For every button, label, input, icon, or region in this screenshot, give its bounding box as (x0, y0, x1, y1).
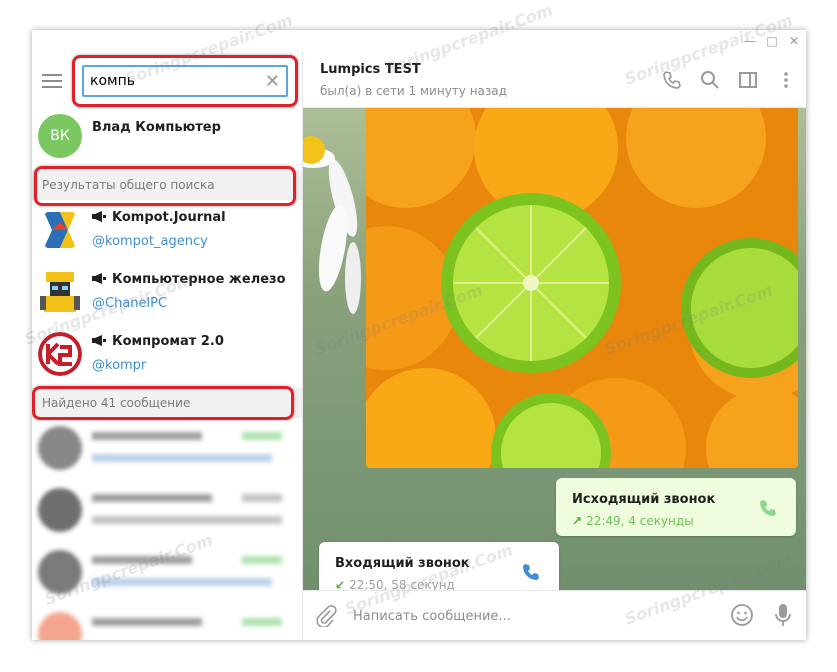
chat-panel: Lumpics TEST был(а) в сети 1 минуту наза… (303, 52, 806, 640)
list-item[interactable] (32, 606, 302, 640)
maximize-icon[interactable]: □ (764, 33, 780, 49)
window-controls: — □ ✕ (742, 33, 802, 49)
megaphone-icon (92, 273, 106, 284)
channel-name: Компромат 2.0 (92, 334, 224, 349)
robot-avatar-icon (40, 272, 80, 312)
call-icon[interactable] (662, 70, 682, 90)
telegram-window: — □ ✕ ✕ ВК Влад Компьютер Результаты общ… (32, 30, 806, 640)
channel-name: Компьютерное железо (92, 272, 286, 287)
channel-result-item[interactable]: Компьютерное железо @ChanelPC (32, 264, 302, 326)
chat-header[interactable]: Lumpics TEST был(а) в сети 1 минуту наза… (303, 52, 806, 108)
channel-handle: @ChanelPC (92, 296, 168, 311)
title-bar: — □ ✕ (32, 30, 806, 52)
contact-result-item[interactable]: ВК Влад Компьютер (32, 108, 302, 170)
outgoing-call-title: Исходящий звонок (572, 492, 716, 507)
minimize-icon[interactable]: — (742, 33, 758, 49)
header-actions (662, 70, 796, 90)
avatar (38, 612, 82, 640)
sidebar-toggle-icon[interactable] (738, 70, 758, 90)
channel-handle: @kompr (92, 358, 147, 373)
attach-icon[interactable] (315, 605, 337, 627)
avatar (38, 550, 82, 594)
highlight-search (72, 55, 298, 107)
outgoing-call-detail: ↗ 22:49, 4 секунды (572, 514, 694, 528)
channel-name: Kompot.Journal (92, 210, 226, 225)
kompot-logo-icon (38, 208, 82, 252)
highlight-messages-found (32, 386, 294, 420)
message-composer (303, 590, 806, 640)
daisy-background-decoration (303, 136, 361, 314)
contact-name: Влад Компьютер (92, 120, 221, 135)
channel-result-item[interactable]: Kompot.Journal @kompot_agency (32, 202, 302, 264)
message-input[interactable] (353, 603, 713, 629)
more-options-icon[interactable] (776, 70, 796, 90)
list-item[interactable] (32, 544, 302, 606)
avatar: ВК (38, 114, 82, 158)
hamburger-menu-icon[interactable] (42, 74, 62, 88)
channel-handle: @kompot_agency (92, 234, 208, 249)
slice-segments (453, 205, 609, 361)
microphone-icon[interactable] (774, 603, 792, 627)
avatar (38, 488, 82, 532)
outgoing-call-message[interactable]: Исходящий звонок ↗ 22:49, 4 секунды (556, 478, 796, 536)
k2-logo-icon (38, 332, 82, 376)
highlight-global-results (34, 166, 296, 206)
chat-status: был(а) в сети 1 минуту назад (320, 84, 507, 98)
list-item[interactable] (32, 420, 302, 482)
search-icon[interactable] (700, 70, 720, 90)
avatar (38, 426, 82, 470)
phone-icon[interactable] (758, 498, 778, 518)
photo-message[interactable] (366, 108, 798, 468)
megaphone-icon (92, 211, 106, 222)
megaphone-icon (92, 335, 106, 346)
close-icon[interactable]: ✕ (786, 33, 802, 49)
phone-icon[interactable] (521, 562, 541, 582)
emoji-icon[interactable] (730, 603, 754, 627)
incoming-call-title: Входящий звонок (335, 556, 470, 571)
outgoing-arrow-icon: ↗ (572, 514, 583, 528)
channel-result-item[interactable]: Компромат 2.0 @kompr (32, 326, 302, 388)
chat-title: Lumpics TEST (320, 62, 421, 77)
sidebar: ✕ ВК Влад Компьютер Результаты общего по… (32, 52, 303, 640)
list-item[interactable] (32, 482, 302, 544)
